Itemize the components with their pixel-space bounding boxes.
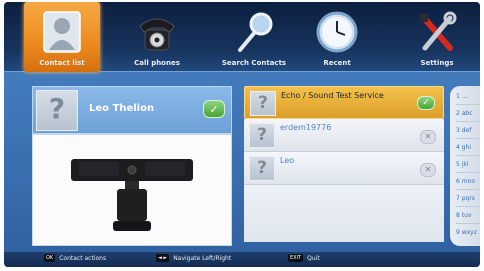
hint-label: Quit bbox=[307, 255, 320, 262]
list-item[interactable]: ? erdem19776 ✕ bbox=[244, 119, 444, 152]
unknown-avatar-icon: ? bbox=[48, 92, 66, 125]
tab-call-phones[interactable]: Call phones bbox=[122, 2, 192, 72]
hint-navigate: ◄ ► Navigate Left/Right bbox=[156, 254, 231, 264]
hint-label: Contact actions bbox=[59, 255, 107, 262]
tab-label: Call phones bbox=[134, 59, 180, 67]
contact-name: Leo bbox=[280, 156, 295, 165]
offline-x-icon: ✕ bbox=[420, 163, 436, 177]
unknown-avatar-icon: ? bbox=[257, 158, 267, 178]
contact-avatar: ? bbox=[249, 156, 275, 181]
offline-x-icon: ✕ bbox=[420, 130, 436, 144]
index-key[interactable]: 2 abc bbox=[456, 105, 480, 122]
tab-recent[interactable]: Recent bbox=[304, 2, 370, 72]
tab-label: Settings bbox=[420, 59, 454, 67]
contact-avatar: ? bbox=[36, 90, 78, 131]
list-item[interactable]: ? Echo / Sound Test Service ✓ bbox=[244, 86, 444, 119]
index-key[interactable]: 3 def bbox=[456, 122, 480, 139]
alphabet-index: 1 ... 2 abc 3 def 4 ghi 5 jkl 6 mno 7 pq… bbox=[450, 86, 480, 246]
tab-settings[interactable]: Settings bbox=[402, 2, 472, 72]
contact-photo bbox=[32, 134, 232, 246]
index-key[interactable]: 4 ghi bbox=[456, 139, 480, 156]
tab-search-contacts[interactable]: Search Contacts bbox=[216, 2, 292, 72]
contact-name: erdem19776 bbox=[280, 123, 332, 132]
hint-contact-actions: OK Contact actions bbox=[44, 254, 106, 264]
contact-name: Echo / Sound Test Service bbox=[281, 91, 384, 100]
index-key[interactable]: 9 wxyz bbox=[456, 224, 480, 241]
tab-contact-list[interactable]: Contact list bbox=[24, 2, 100, 72]
hint-label: Navigate Left/Right bbox=[173, 255, 232, 262]
list-empty-area bbox=[244, 185, 444, 242]
magnifier-icon bbox=[233, 10, 275, 58]
selected-contact-name: Leo Thelion bbox=[89, 103, 155, 114]
tab-label: Recent bbox=[323, 59, 351, 67]
online-check-icon: ✓ bbox=[417, 96, 435, 110]
hint-quit: EXIT Quit bbox=[288, 254, 320, 264]
index-key[interactable]: 8 tuv bbox=[456, 207, 480, 224]
tab-label: Search Contacts bbox=[221, 59, 287, 67]
clock-icon bbox=[315, 10, 359, 58]
top-navigation: Contact list Call phones Search Contacts… bbox=[4, 2, 480, 72]
tools-icon bbox=[416, 10, 458, 58]
webcam-image bbox=[71, 159, 193, 231]
tab-label: Contact list bbox=[39, 59, 85, 67]
skype-screen: Contact list Call phones Search Contacts… bbox=[4, 2, 480, 267]
contact-avatar: ? bbox=[250, 91, 276, 116]
bottom-hint-bar: OK Contact actions ◄ ► Navigate Left/Right… bbox=[4, 252, 480, 267]
telephone-icon bbox=[136, 10, 178, 58]
unknown-avatar-icon: ? bbox=[258, 93, 268, 113]
index-key[interactable]: 7 pqrs bbox=[456, 190, 480, 207]
contact-avatar: ? bbox=[249, 123, 275, 148]
list-item[interactable]: ? Leo ✕ bbox=[244, 152, 444, 185]
online-check-icon: ✓ bbox=[203, 100, 225, 118]
index-key[interactable]: 6 mno bbox=[456, 173, 480, 190]
contacts-list: ? Echo / Sound Test Service ✓ ? erdem197… bbox=[244, 86, 444, 242]
index-key[interactable]: 5 jkl bbox=[456, 156, 480, 173]
contact-list-icon bbox=[41, 10, 83, 58]
selected-contact-card[interactable]: ? Leo Thelion ✓ bbox=[32, 86, 232, 134]
unknown-avatar-icon: ? bbox=[257, 125, 267, 145]
index-key[interactable]: 1 ... bbox=[456, 88, 480, 105]
arrow-keys-icon: ◄ ► bbox=[156, 254, 170, 262]
ok-key-icon: OK bbox=[44, 254, 56, 262]
exit-key-icon: EXIT bbox=[288, 254, 304, 262]
